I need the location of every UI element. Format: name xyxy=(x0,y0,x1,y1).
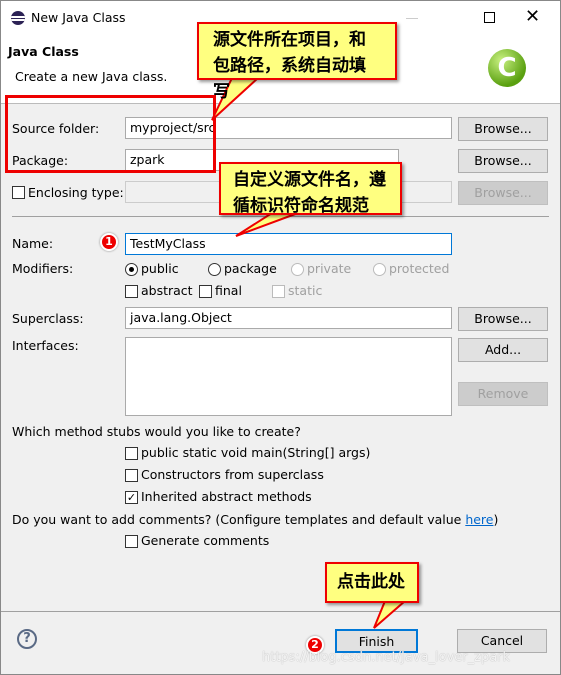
callout-tails xyxy=(211,77,408,629)
step-badge-1: 1 xyxy=(100,233,118,251)
callout-source-package: 源文件所在项目，和包路径，系统自动填写 xyxy=(197,22,397,102)
callout-finish: 点击此处 xyxy=(325,562,419,603)
callout-class-name: 自定义源文件名，遵循标识符命名规范 xyxy=(219,162,402,216)
watermark: https://blog.csdn.net/Java_lover_zpark xyxy=(262,650,511,665)
callout3-tail xyxy=(373,600,408,629)
